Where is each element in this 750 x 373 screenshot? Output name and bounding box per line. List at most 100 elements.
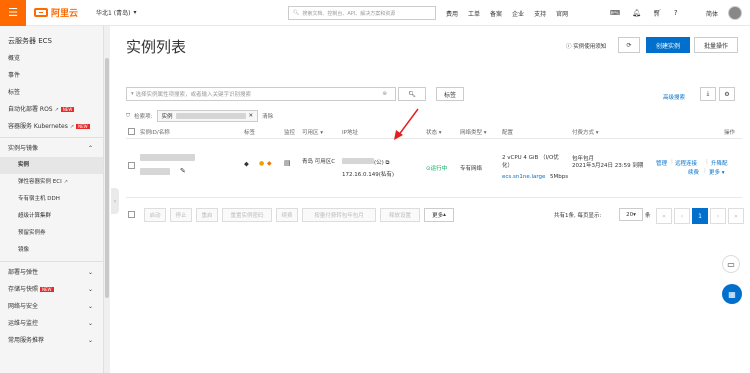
renew-button[interactable]: 续费 xyxy=(276,208,298,222)
clear-circle-icon[interactable]: ⊗ xyxy=(382,91,387,97)
top-link-ticket[interactable]: 工单 xyxy=(468,9,480,18)
total-summary: 共有1条, 每页显示: xyxy=(554,213,602,219)
sidebar-item-scc[interactable]: 超级计算集群 xyxy=(0,208,103,225)
menu-icon[interactable]: ☰ xyxy=(0,0,26,26)
top-link-icp[interactable]: 备案 xyxy=(490,9,502,18)
edit-icon[interactable]: ✎ xyxy=(180,167,186,175)
sidebar-item-kubernetes[interactable]: 容器服务 Kubernetes ↗ NEW xyxy=(0,118,103,135)
instance-filter-input[interactable]: ▾ 选择实例属性项搜索，或者输入关键字识别搜索 ⊗ xyxy=(126,87,396,101)
sidebar: 云服务器 ECS 概览 事件 标签 自动化部署 ROS ↗ NEW 容器服务 Kub… xyxy=(0,26,104,373)
help-link[interactable]: ⓘ 实例使用须知 xyxy=(566,42,606,50)
export-icon[interactable]: ⤓ xyxy=(700,87,716,101)
last-page-button[interactable]: » xyxy=(728,208,744,224)
reset-password-button[interactable]: 重置实例密码 xyxy=(222,208,272,222)
clear-filters-link[interactable]: 清除 xyxy=(262,112,273,120)
col-status[interactable]: 状态 ▾ xyxy=(426,128,442,136)
sidebar-item-tags[interactable]: 标签 xyxy=(0,84,103,101)
start-button[interactable]: 启动 xyxy=(144,208,166,222)
sidebar-scroll-thumb[interactable] xyxy=(105,58,109,298)
convert-subscription-button[interactable]: 按量付费转包年包月 xyxy=(302,208,376,222)
region-selector[interactable]: 华北1 (青岛) ▾ xyxy=(96,8,136,17)
sidebar-group-network[interactable]: 网络与安全 ⌄ xyxy=(0,298,103,315)
row-checkbox[interactable] xyxy=(128,162,135,171)
top-link-billing[interactable]: 费用 xyxy=(446,9,458,18)
public-ip[interactable]: (公) ⧉ xyxy=(342,158,389,167)
pay-type: 包年包月 xyxy=(572,156,595,162)
col-instance-id: 实例ID/名称 xyxy=(140,130,170,136)
next-page-button[interactable]: › xyxy=(710,208,726,224)
monitor-icon[interactable]: ▤ xyxy=(284,159,291,167)
renew-link[interactable]: 续费 xyxy=(688,168,699,176)
page-1-button[interactable]: 1 xyxy=(692,208,708,224)
sidebar-item-label: 容器服务 Kubernetes xyxy=(8,123,68,130)
more-actions-link[interactable]: 更多 ▾ xyxy=(709,168,725,176)
sidebar-item-images[interactable]: 镜像 xyxy=(0,242,103,259)
redacted-value xyxy=(140,154,195,161)
filter-search-button[interactable]: 🔍︎ xyxy=(398,87,426,101)
col-network[interactable]: 网络类型 ▾ xyxy=(460,128,487,136)
language-selector[interactable]: 简体 xyxy=(706,0,718,26)
sidebar-item-overview[interactable]: 概览 xyxy=(0,50,103,67)
col-pay-type[interactable]: 付费方式 ▾ xyxy=(572,128,599,136)
sidebar-group-ops[interactable]: 运维与监控 ⌄ xyxy=(0,315,103,332)
close-icon[interactable]: ✕ xyxy=(249,113,254,119)
col-status-label: 状态 xyxy=(426,130,438,136)
tag-filter-button[interactable]: 标签 xyxy=(436,87,464,101)
sidebar-group-recommend[interactable]: 常用服务推荐 ⌄ xyxy=(0,332,103,349)
manage-link[interactable]: 管理 xyxy=(656,159,667,167)
help-icon[interactable]: ? xyxy=(674,9,678,17)
sidebar-item-instance[interactable]: 实例 xyxy=(0,157,103,174)
more-button[interactable]: 更多 ▴ xyxy=(424,208,454,222)
resize-link[interactable]: 升降配 xyxy=(711,159,728,167)
col-network-label: 网络类型 xyxy=(460,130,483,136)
sidebar-item-events[interactable]: 事件 xyxy=(0,67,103,84)
sidebar-item-ddh[interactable]: 专有宿主机 DDH xyxy=(0,191,103,208)
footer-select-all[interactable] xyxy=(128,211,135,220)
apps-grid-icon[interactable]: ▦ xyxy=(722,284,742,304)
col-zone[interactable]: 可用区 ▾ xyxy=(302,128,323,136)
refresh-button[interactable]: ⟳ xyxy=(618,37,640,53)
sidebar-group-storage[interactable]: 存储与快照 NEW ⌄ xyxy=(0,281,103,298)
external-link-icon: ↗ xyxy=(54,107,59,113)
chat-icon[interactable]: ▭ xyxy=(722,255,740,273)
create-instance-button[interactable]: 创建实例 xyxy=(646,37,690,53)
terminal-icon[interactable]: ⌨︎ xyxy=(610,9,620,17)
filter-chip[interactable]: 实例 ✕ xyxy=(156,110,259,122)
sidebar-item-label: 概览 xyxy=(8,55,21,62)
gear-icon[interactable]: ⚙ xyxy=(719,87,735,101)
question-icon: ⓘ xyxy=(566,44,572,50)
batch-actions-button[interactable]: 批量操作 xyxy=(694,37,738,53)
sidebar-group-label: 实例与镜像 xyxy=(8,145,39,152)
advanced-search-link[interactable]: 高级搜索 xyxy=(663,93,685,101)
top-link-enterprise[interactable]: 企业 xyxy=(512,9,524,18)
sidebar-item-eci[interactable]: 弹性容器实例 ECI ↗ xyxy=(0,174,103,191)
stop-button[interactable]: 停止 xyxy=(170,208,192,222)
restart-button[interactable]: 重启 xyxy=(196,208,218,222)
sidebar-group-deploy[interactable]: 部署与弹性 ⌄ xyxy=(0,264,103,281)
brand-logo[interactable]: 阿里云 xyxy=(34,6,78,19)
instance-id-link[interactable] xyxy=(140,154,195,161)
top-link-official[interactable]: 官网 xyxy=(556,9,568,18)
tag-icon[interactable]: ⬥ xyxy=(244,160,249,169)
sidebar-item-label: 事件 xyxy=(8,72,21,79)
sidebar-group-instances[interactable]: 实例与镜像 ⌃ xyxy=(0,140,103,157)
table-header: 实例ID/名称 标签 监控 可用区 ▾ IP地址 状态 ▾ 网络类型 ▾ 配置 … xyxy=(126,125,742,139)
remote-connect-link[interactable]: 远程连接 xyxy=(675,159,697,167)
instance-type-link[interactable]: ecs.sn1ne.large xyxy=(502,174,545,180)
top-link-support[interactable]: 支持 xyxy=(534,9,546,18)
cart-icon[interactable]: 🛒︎ xyxy=(653,9,662,17)
sidebar-item-ri[interactable]: 预留实例券 xyxy=(0,225,103,242)
refresh-icon: ⟳ xyxy=(626,41,632,49)
page-size-select[interactable]: 20 ▾ xyxy=(619,208,643,221)
avatar[interactable] xyxy=(728,6,742,20)
copy-icon[interactable]: ⧉ xyxy=(386,160,390,166)
select-all-checkbox[interactable] xyxy=(128,128,135,137)
prev-page-button[interactable]: ‹ xyxy=(674,208,690,224)
sidebar-item-ros[interactable]: 自动化部署 ROS ↗ NEW xyxy=(0,101,103,118)
sidebar-item-label: 镜像 xyxy=(18,247,30,253)
help-link-label: 实例使用须知 xyxy=(573,44,607,50)
bell-icon[interactable]: 🔔︎ xyxy=(632,9,641,17)
release-settings-button[interactable]: 释放设置 xyxy=(380,208,420,222)
first-page-button[interactable]: « xyxy=(656,208,672,224)
global-search-input[interactable]: 🔍︎ 搜索文档、控制台、API、解决方案和资源 xyxy=(288,6,436,20)
